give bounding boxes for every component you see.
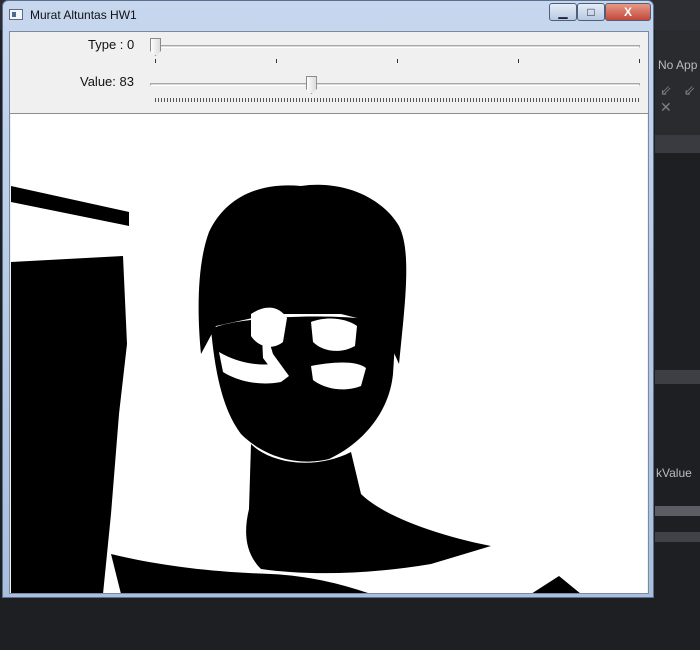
- type-trackbar-track[interactable]: [150, 45, 640, 48]
- type-trackbar-thumb[interactable]: [150, 38, 161, 56]
- background-text-top: No App: [658, 58, 698, 72]
- background-ide-tab: [655, 135, 700, 153]
- threshold-image: [11, 114, 647, 593]
- window-client-area: Type : 0 Value: 83: [9, 31, 649, 594]
- maximize-button[interactable]: □: [577, 3, 605, 21]
- window-title: Murat Altuntas HW1: [30, 8, 137, 22]
- minimize-button[interactable]: ▁: [549, 3, 577, 21]
- value-trackbar-ticks: [155, 98, 639, 102]
- value-trackbar-label: Value: 83: [80, 74, 134, 89]
- app-window: Murat Altuntas HW1 ▁ □ X Type : 0 Value:…: [2, 0, 654, 598]
- background-scrollbar: [655, 506, 700, 516]
- type-trackbar-label: Type : 0: [88, 37, 135, 52]
- threshold-image-canvas: [11, 114, 647, 593]
- type-trackbar-tick: [639, 59, 640, 63]
- type-trackbar-tick: [155, 59, 156, 63]
- title-bar[interactable]: Murat Altuntas HW1 ▁ □ X: [3, 1, 653, 30]
- background-ide-bar: [655, 370, 700, 384]
- value-trackbar-thumb[interactable]: [305, 76, 317, 94]
- type-trackbar-tick: [397, 59, 398, 63]
- type-trackbar-tick: [276, 59, 277, 63]
- type-trackbar-ticks: [155, 59, 640, 63]
- app-window-icon[interactable]: [9, 9, 23, 20]
- background-scrollbar-secondary: [655, 532, 700, 542]
- background-toolbar-icons: ⇙ ⇙ ✕: [660, 82, 700, 115]
- close-button[interactable]: X: [605, 3, 651, 21]
- background-code-text: kValue: [656, 466, 692, 480]
- value-trackbar-track[interactable]: [150, 83, 640, 86]
- type-trackbar-tick: [518, 59, 519, 63]
